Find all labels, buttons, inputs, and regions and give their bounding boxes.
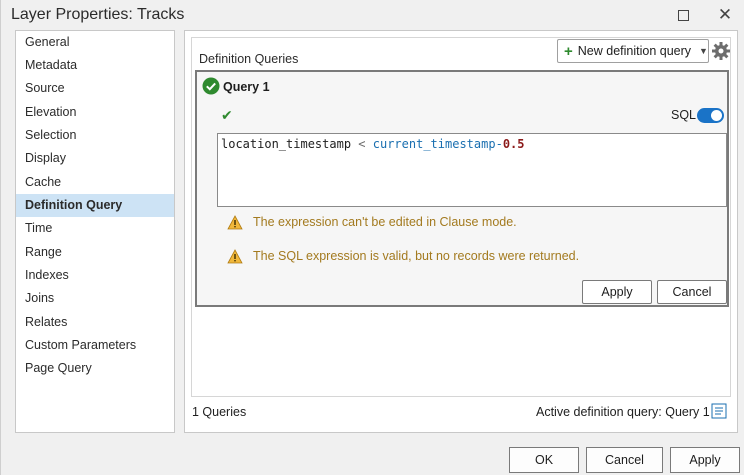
toggle-knob: [711, 110, 722, 121]
warning-text: The expression can't be edited in Clause…: [253, 215, 517, 229]
expression-field: location_timestamp: [221, 137, 352, 151]
maximize-button[interactable]: [668, 4, 698, 26]
sidebar-item-selection[interactable]: Selection: [16, 124, 174, 147]
sql-expression-editor[interactable]: location_timestamp < current_timestamp-0…: [217, 133, 727, 207]
sidebar-item-time[interactable]: Time: [16, 217, 174, 240]
active-query-label: Active definition query: Query 1: [536, 405, 710, 419]
sidebar-item-range[interactable]: Range: [16, 241, 174, 264]
sidebar-item-page-query[interactable]: Page Query: [16, 357, 174, 380]
sql-toggle[interactable]: [697, 108, 724, 123]
query-title[interactable]: Query 1: [223, 80, 270, 94]
sidebar: General Metadata Source Elevation Select…: [15, 30, 175, 433]
sidebar-item-display[interactable]: Display: [16, 147, 174, 170]
expression-minus: -: [495, 137, 503, 151]
warning-message: The expression can't be edited in Clause…: [227, 213, 517, 231]
sidebar-item-joins[interactable]: Joins: [16, 287, 174, 310]
apply-button[interactable]: Apply: [670, 447, 740, 473]
section-title: Definition Queries: [199, 52, 299, 66]
query-cancel-button[interactable]: Cancel: [657, 280, 727, 304]
sidebar-item-elevation[interactable]: Elevation: [16, 101, 174, 124]
warning-message: The SQL expression is valid, but no reco…: [227, 247, 579, 265]
new-definition-query-button[interactable]: + New definition query ▼: [557, 39, 709, 63]
layer-properties-dialog: Layer Properties: Tracks ✕ General Metad…: [0, 0, 744, 475]
expression-number: 0.5: [502, 137, 525, 151]
sql-toggle-label: SQL: [671, 108, 697, 122]
close-button[interactable]: ✕: [710, 4, 740, 26]
plus-icon: +: [564, 42, 573, 60]
expression-operator: <: [358, 137, 366, 151]
sidebar-item-indexes[interactable]: Indexes: [16, 264, 174, 287]
cancel-button[interactable]: Cancel: [586, 447, 663, 473]
new-definition-query-label: New definition query: [577, 44, 692, 58]
valid-check-icon: [202, 77, 220, 95]
query-card: Query 1 ✔ SQL location_timestamp < curre…: [195, 70, 729, 307]
query-list-icon[interactable]: [711, 403, 727, 419]
title-bar: Layer Properties: Tracks ✕: [1, 0, 744, 32]
sidebar-item-relates[interactable]: Relates: [16, 311, 174, 334]
check-icon: ✔: [221, 107, 233, 123]
expression-function: current_timestamp: [372, 137, 496, 151]
ok-button[interactable]: OK: [509, 447, 579, 473]
query-count: 1 Queries: [192, 405, 247, 419]
sidebar-item-custom-parameters[interactable]: Custom Parameters: [16, 334, 174, 357]
warning-text: The SQL expression is valid, but no reco…: [253, 249, 580, 263]
warning-icon: [227, 248, 243, 263]
sidebar-item-source[interactable]: Source: [16, 77, 174, 100]
warning-icon: [227, 214, 243, 229]
chevron-down-icon: ▼: [699, 46, 708, 56]
sidebar-item-definition-query[interactable]: Definition Query: [16, 194, 174, 217]
query-apply-button[interactable]: Apply: [582, 280, 652, 304]
sidebar-item-metadata[interactable]: Metadata: [16, 54, 174, 77]
maximize-icon: [677, 9, 689, 21]
gear-icon[interactable]: [711, 41, 731, 61]
dialog-title: Layer Properties: Tracks: [11, 6, 185, 23]
sidebar-item-general[interactable]: General: [16, 31, 174, 54]
sidebar-item-cache[interactable]: Cache: [16, 171, 174, 194]
